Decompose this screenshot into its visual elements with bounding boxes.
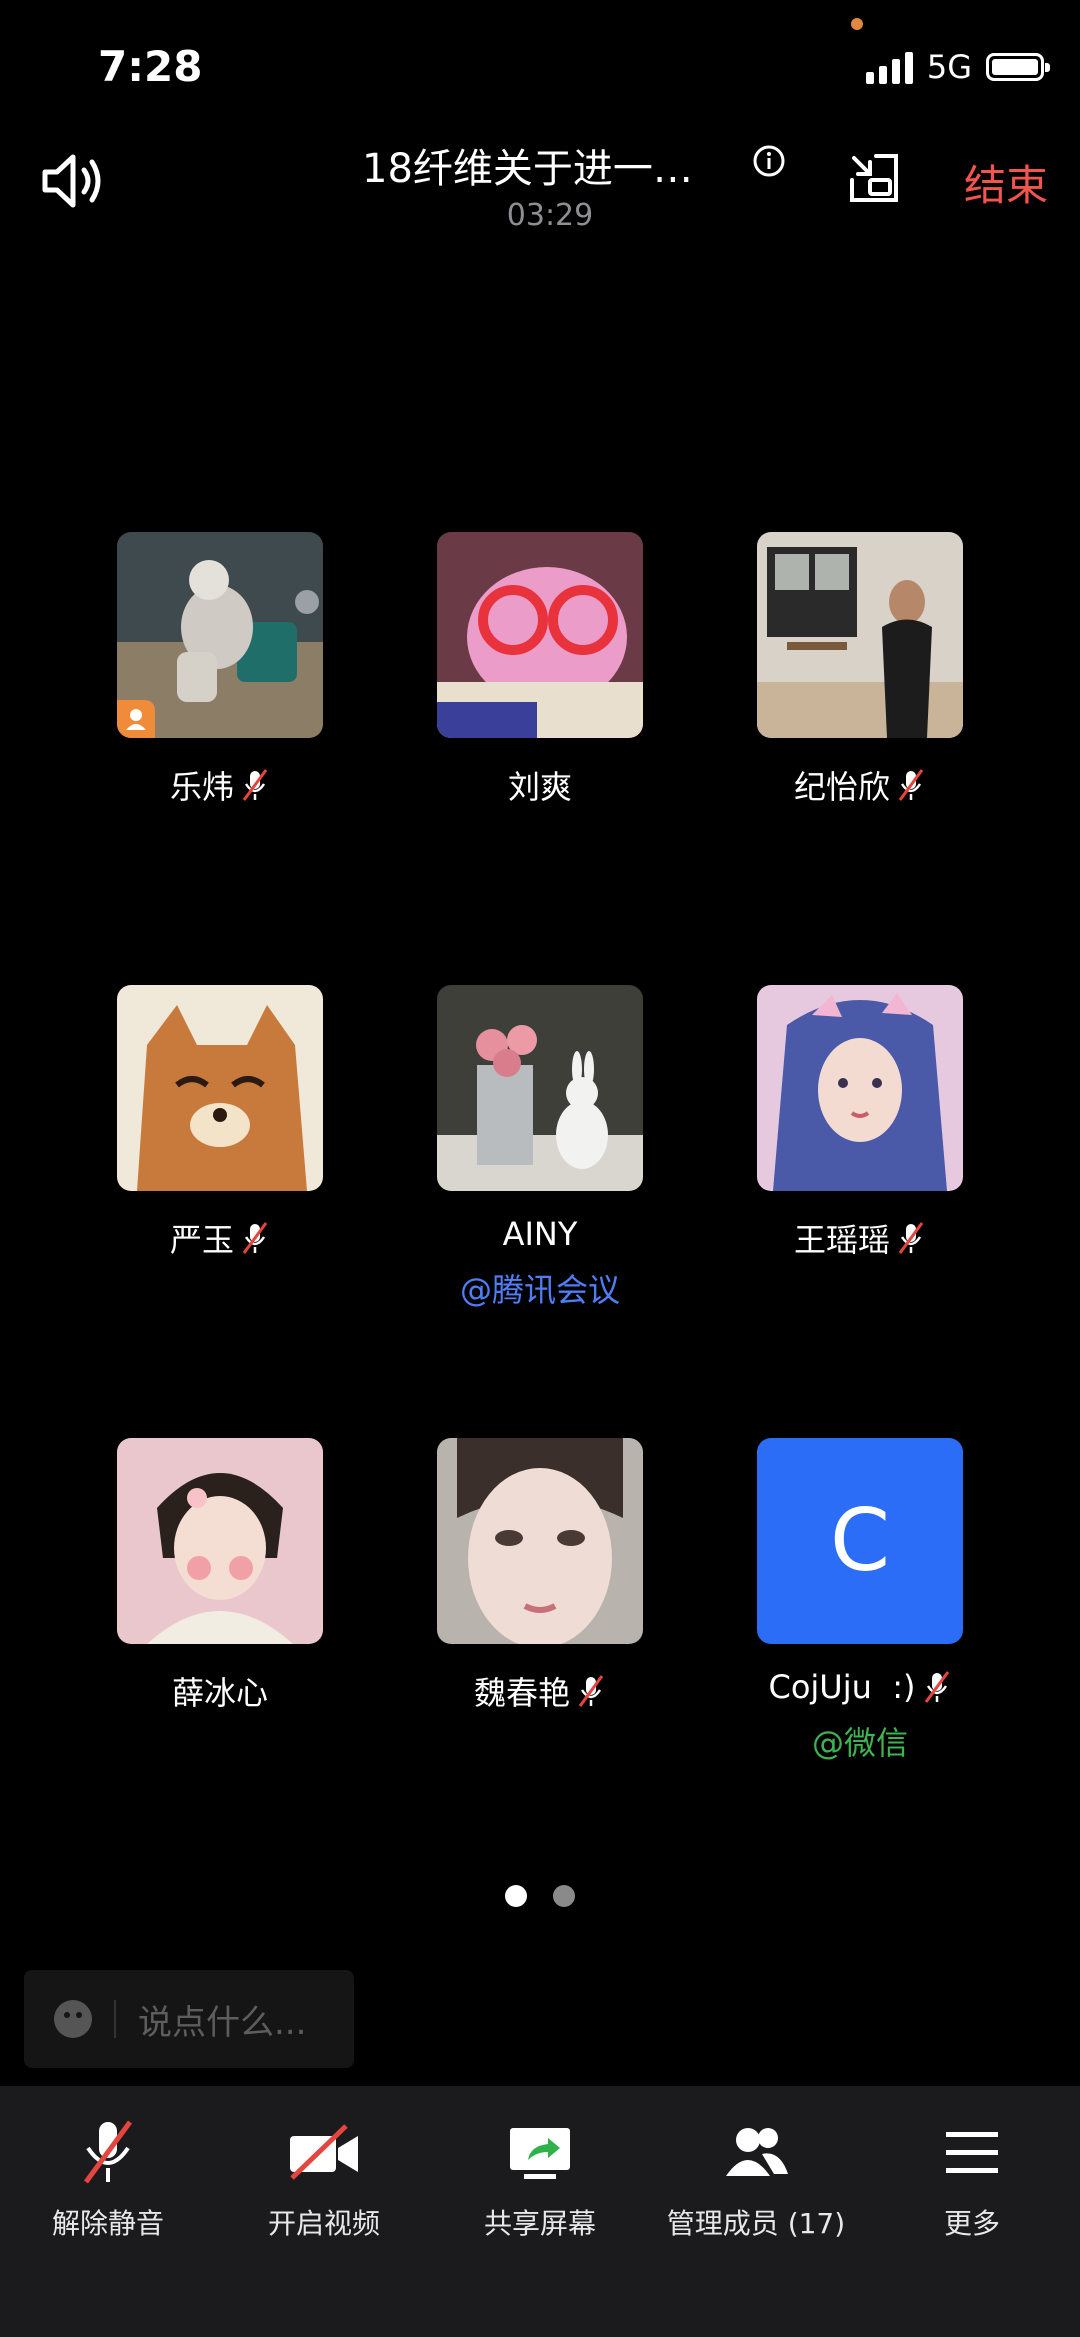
mic-muted-icon	[896, 1221, 926, 1255]
divider	[114, 2000, 116, 2038]
battery-icon	[986, 53, 1050, 81]
participant-name: CojUju :)	[768, 1668, 916, 1706]
mic-muted-icon	[922, 1670, 952, 1704]
avatar	[437, 532, 643, 738]
page-dot-active[interactable]	[505, 1885, 527, 1907]
avatar	[757, 532, 963, 738]
mic-muted-icon	[68, 2118, 148, 2188]
video-off-icon	[284, 2118, 364, 2188]
participant-tile[interactable]: 王瑶瑶	[700, 985, 1020, 1261]
page-indicator	[0, 1885, 1080, 1907]
chat-placeholder: 说点什么...	[138, 2002, 307, 2043]
letter-avatar: C	[757, 1438, 963, 1644]
recording-dot	[851, 18, 863, 30]
status-time: 7:28	[98, 42, 203, 91]
mic-muted-icon	[240, 768, 270, 802]
participant-tile[interactable]: AINY @腾讯会议	[380, 985, 700, 1311]
status-indicators: 5G	[865, 48, 1050, 86]
participant-tile[interactable]: C CojUju :) @微信	[700, 1438, 1020, 1764]
participant-name: AINY	[502, 1215, 578, 1253]
avatar	[437, 985, 643, 1191]
participant-name: 乐炜	[169, 768, 234, 806]
signal-icon	[865, 50, 913, 84]
info-icon[interactable]	[752, 144, 786, 178]
menu-icon	[932, 2118, 1012, 2188]
participant-name: 王瑶瑶	[793, 1221, 890, 1259]
participant-name: 魏春艳	[473, 1674, 570, 1712]
participant-name: 刘爽	[507, 768, 572, 806]
start-video-button[interactable]: 开启视频	[216, 2118, 432, 2242]
page-dot[interactable]	[553, 1885, 575, 1907]
avatar	[437, 1438, 643, 1644]
participant-tile[interactable]: 薛冰心	[60, 1438, 380, 1714]
participant-name: 薛冰心	[171, 1674, 268, 1712]
participant-source: @腾讯会议	[459, 1271, 620, 1309]
participant-name: 严玉	[169, 1221, 234, 1259]
avatar	[757, 985, 963, 1191]
mic-muted-icon	[896, 768, 926, 802]
avatar	[117, 985, 323, 1191]
participant-tile[interactable]: 魏春艳	[380, 1438, 700, 1714]
participant-tile[interactable]: 纪怡欣	[700, 532, 1020, 808]
share-screen-button[interactable]: 共享屏幕	[432, 2118, 648, 2242]
more-button[interactable]: 更多	[864, 2118, 1080, 2242]
manage-members-button[interactable]: 管理成员 (17)	[648, 2118, 864, 2242]
bottom-toolbar: 解除静音 开启视频 共享屏幕 管理成员 (17) 更多	[0, 2086, 1080, 2337]
minimize-window-icon[interactable]	[846, 150, 902, 206]
network-type: 5G	[926, 48, 972, 86]
end-meeting-button[interactable]: 结束	[964, 152, 1048, 213]
participant-tile[interactable]: 乐炜	[60, 532, 380, 808]
participant-tile[interactable]: 刘爽	[380, 532, 700, 808]
meeting-timer: 03:29	[506, 198, 594, 233]
host-badge-icon	[117, 700, 155, 738]
members-icon	[716, 2118, 796, 2188]
participant-source: @微信	[811, 1724, 908, 1762]
meeting-title[interactable]: 18纤维关于进一…	[362, 136, 693, 194]
unmute-button[interactable]: 解除静音	[0, 2118, 216, 2242]
participant-name: 纪怡欣	[793, 768, 890, 806]
emoji-icon[interactable]	[54, 2000, 92, 2038]
mic-muted-icon	[576, 1674, 606, 1708]
avatar	[117, 532, 323, 738]
mic-muted-icon	[240, 1221, 270, 1255]
avatar	[117, 1438, 323, 1644]
chat-input[interactable]: 说点什么...	[24, 1970, 354, 2068]
share-screen-icon	[500, 2118, 580, 2188]
participant-tile[interactable]: 严玉	[60, 985, 380, 1261]
